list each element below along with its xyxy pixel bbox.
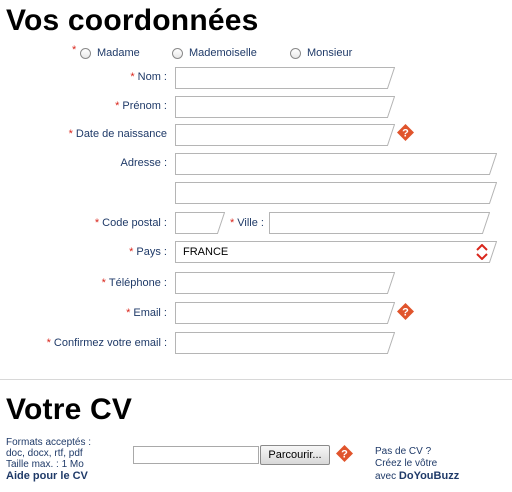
radio-button[interactable] <box>290 47 301 59</box>
cv-formats-info: Formats acceptés : doc, docx, rtf, pdf T… <box>6 437 92 470</box>
telephone-input[interactable] <box>175 272 395 294</box>
page-title: Vos coordonnées <box>6 4 259 37</box>
label-telephone: * Téléphone : <box>101 277 167 289</box>
label-date-naissance: * Date de naissance <box>68 128 167 140</box>
label-confirm-email: * Confirmez votre email : <box>46 337 167 349</box>
label-nom: * Nom : <box>130 71 167 83</box>
radio-label-monsieur: Monsieur <box>307 47 353 59</box>
radio-monsieur[interactable]: Monsieur <box>290 47 352 59</box>
required-marker: * <box>72 44 77 56</box>
radio-madame[interactable]: Madame <box>80 47 140 59</box>
prenom-input[interactable] <box>175 96 395 118</box>
label-prenom: * Prénom : <box>115 100 167 112</box>
doyoubuzz-link[interactable]: DoYouBuzz <box>399 470 459 482</box>
label-pays: * Pays : <box>129 246 167 258</box>
radio-label-mademoiselle: Mademoiselle <box>189 47 257 59</box>
radio-label-madame: Madame <box>97 47 140 59</box>
svg-text:?: ? <box>402 128 409 140</box>
cv-section-title: Votre CV <box>6 393 133 426</box>
question-diamond-icon[interactable]: ? <box>397 303 414 320</box>
svg-text:?: ? <box>341 449 348 461</box>
date-naissance-input[interactable] <box>175 124 395 146</box>
question-diamond-icon[interactable]: ? <box>397 124 414 141</box>
pays-selected-value: FRANCE <box>183 246 229 258</box>
no-cv-info: Pas de CV ? Créez le vôtre avec DoYouBuz… <box>375 446 460 482</box>
cv-file-input[interactable] <box>133 446 259 464</box>
adresse-input-2[interactable] <box>175 182 497 204</box>
svg-text:?: ? <box>402 307 409 319</box>
code-postal-input[interactable] <box>175 212 225 234</box>
confirm-email-input[interactable] <box>175 332 395 354</box>
radio-mademoiselle[interactable]: Mademoiselle <box>172 47 257 59</box>
pays-select[interactable]: FRANCE <box>175 241 497 263</box>
adresse-input-1[interactable] <box>175 153 497 175</box>
question-diamond-icon[interactable]: ? <box>336 445 353 462</box>
radio-button[interactable] <box>172 47 183 59</box>
ville-input[interactable] <box>269 212 490 234</box>
browse-button[interactable]: Parcourir... <box>260 445 330 465</box>
label-ville: * Ville : <box>230 217 264 229</box>
up-down-arrows-icon[interactable] <box>476 244 488 260</box>
label-code-postal: * Code postal : <box>94 217 167 229</box>
email-input[interactable] <box>175 302 395 324</box>
cv-help-link[interactable]: Aide pour le CV <box>6 470 88 482</box>
label-email: * Email : <box>126 307 167 319</box>
radio-button[interactable] <box>80 47 91 59</box>
section-divider <box>0 379 512 380</box>
label-adresse: Adresse : <box>120 157 167 169</box>
nom-input[interactable] <box>175 67 395 89</box>
